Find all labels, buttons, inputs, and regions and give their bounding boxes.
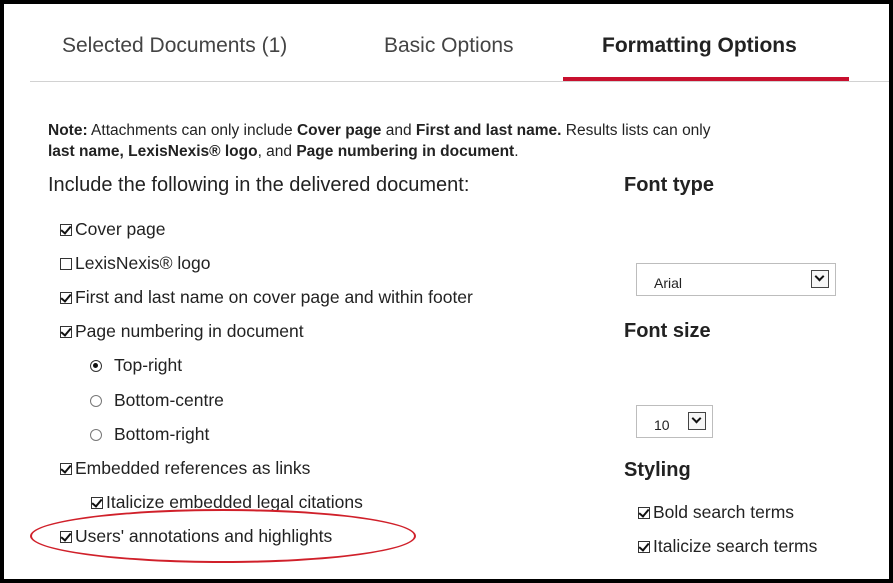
first-last-name-label: First and last name on cover page and wi… — [75, 287, 473, 307]
bottom-right-label: Bottom-right — [114, 424, 210, 444]
note-text-4: , and — [257, 143, 297, 160]
option-logo[interactable]: LexisNexis® logo — [60, 253, 210, 274]
option-cover-page[interactable]: Cover page — [60, 219, 165, 240]
option-first-last-name[interactable]: First and last name on cover page and wi… — [60, 287, 473, 308]
note-line-1: Note: Attachments can only include Cover… — [48, 120, 889, 141]
styling-heading: Styling — [624, 459, 691, 481]
logo-label: LexisNexis® logo — [75, 253, 211, 273]
option-top-right[interactable]: Top-right — [90, 355, 182, 376]
note-text-3: Results lists can only — [561, 122, 711, 139]
tab-selected-documents[interactable]: Selected Documents (1) — [62, 34, 287, 58]
font-size-select[interactable]: 10 — [636, 405, 713, 438]
logo-checkbox[interactable] — [60, 257, 72, 270]
italicize-citations-checkbox[interactable] — [91, 496, 103, 509]
delivery-options-panel: Selected Documents (1) Basic Options For… — [4, 4, 889, 579]
bold-search-terms-label: Bold search terms — [653, 502, 795, 522]
page-numbering-checkbox[interactable] — [60, 325, 72, 338]
note-text-5: . — [514, 143, 519, 160]
cover-page-label: Cover page — [75, 219, 166, 239]
option-embedded-links[interactable]: Embedded references as links — [60, 458, 310, 479]
font-type-value: Arial — [654, 275, 683, 291]
italicize-citations-label: Italicize embedded legal citations — [106, 492, 363, 512]
active-tab-indicator — [563, 77, 849, 81]
note-line-2: last name, LexisNexis® logo, and Page nu… — [48, 141, 889, 162]
option-bottom-centre[interactable]: Bottom-centre — [90, 390, 224, 411]
option-bold-search-terms[interactable]: Bold search terms — [638, 502, 794, 523]
include-heading: Include the following in the delivered d… — [48, 174, 470, 196]
option-page-numbering[interactable]: Page numbering in document — [60, 321, 304, 342]
tab-basic-options[interactable]: Basic Options — [384, 34, 514, 58]
bottom-centre-label: Bottom-centre — [114, 390, 224, 410]
note-prefix: Note: — [48, 122, 88, 139]
top-right-label: Top-right — [114, 355, 183, 375]
option-bottom-right[interactable]: Bottom-right — [90, 424, 209, 445]
chevron-down-icon[interactable] — [688, 412, 706, 430]
tab-divider — [30, 81, 889, 82]
note-bold-1: Cover page — [296, 122, 382, 139]
note-text: Note: Attachments can only include Cover… — [48, 120, 889, 162]
note-text-2: and — [381, 122, 416, 139]
bold-search-terms-checkbox[interactable] — [638, 506, 650, 519]
option-italic-search-terms[interactable]: Italicize search terms — [638, 536, 817, 557]
first-last-name-checkbox[interactable] — [60, 291, 72, 304]
page-numbering-label: Page numbering in document — [75, 321, 304, 341]
bottom-centre-radio[interactable] — [90, 394, 102, 407]
tab-formatting-options[interactable]: Formatting Options — [602, 34, 797, 58]
top-right-radio[interactable] — [90, 359, 102, 372]
note-bold-2: First and last name. — [415, 122, 562, 139]
annotations-label: Users' annotations and highlights — [75, 526, 333, 546]
cover-page-checkbox[interactable] — [60, 223, 72, 236]
italic-search-terms-label: Italicize search terms — [653, 536, 818, 556]
note-text-1: Attachments can only include — [87, 122, 297, 139]
font-size-value: 10 — [654, 417, 670, 433]
note-bold-3: last name, LexisNexis® logo — [48, 143, 258, 160]
font-size-heading: Font size — [624, 320, 711, 342]
bottom-right-radio[interactable] — [90, 428, 102, 441]
note-bold-4: Page numbering in document — [296, 143, 515, 160]
annotations-checkbox[interactable] — [60, 530, 72, 543]
tab-bar: Selected Documents (1) Basic Options For… — [4, 4, 889, 86]
option-italicize-citations[interactable]: Italicize embedded legal citations — [91, 492, 363, 513]
chevron-down-icon[interactable] — [811, 270, 829, 288]
embedded-links-checkbox[interactable] — [60, 462, 72, 475]
option-annotations[interactable]: Users' annotations and highlights — [60, 526, 332, 547]
embedded-links-label: Embedded references as links — [75, 458, 311, 478]
italic-search-terms-checkbox[interactable] — [638, 540, 650, 553]
font-type-select[interactable]: Arial — [636, 263, 836, 296]
font-type-heading: Font type — [624, 174, 714, 196]
